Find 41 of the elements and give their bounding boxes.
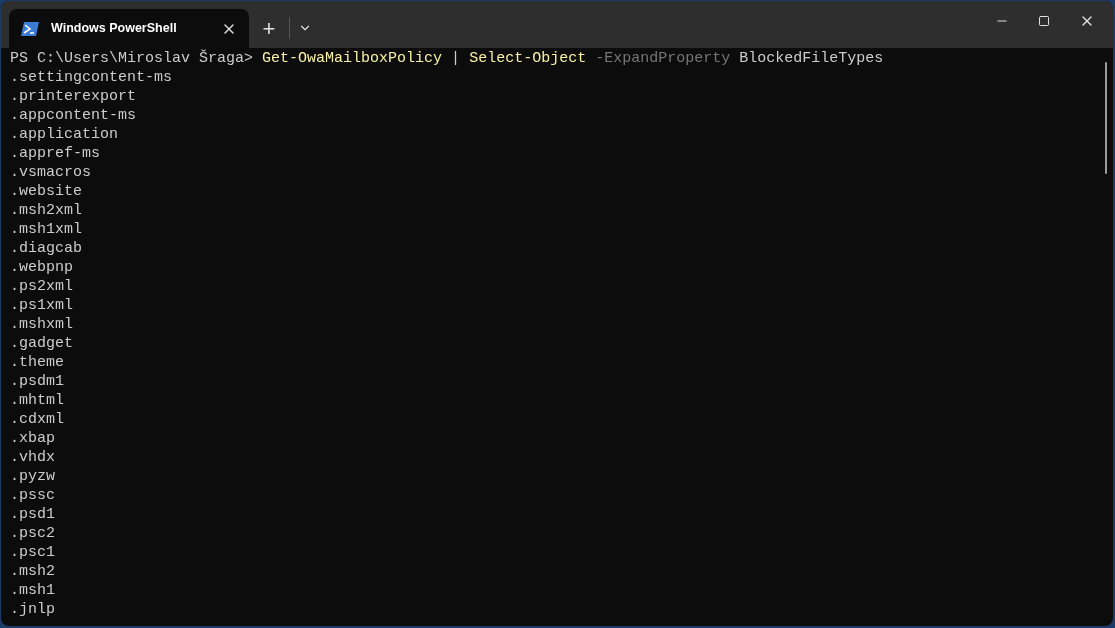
output-line: .appcontent-ms: [10, 106, 137, 125]
maximize-icon[interactable]: [1038, 15, 1050, 27]
command-token: -ExpandProperty: [595, 50, 731, 67]
output-line: .appref-ms: [10, 144, 100, 163]
output-line: .theme: [10, 353, 64, 372]
output-line: .mshxml: [10, 315, 73, 334]
command-token: BlockedFileTypes: [739, 50, 884, 67]
output-line: .ps2xml: [10, 277, 73, 296]
output-line: .jnlp: [10, 600, 55, 619]
output-line: .psc2: [10, 524, 55, 543]
output-line: .cdxml: [10, 410, 64, 429]
powershell-icon: [21, 21, 39, 36]
output-line: .psc1: [10, 543, 55, 562]
tab[interactable]: Windows PowerShell: [9, 9, 249, 48]
output-line: .webpnp: [10, 258, 73, 277]
output-line: .msh1: [10, 581, 55, 600]
new-tab-button[interactable]: +: [249, 9, 289, 48]
output-line: .psdm1: [10, 372, 64, 391]
command-token: Get-OwaMailboxPolicy: [262, 50, 443, 67]
command-token: |: [451, 50, 461, 67]
output-line: .settingcontent-ms: [10, 68, 173, 87]
output-line: .vsmacros: [10, 163, 91, 182]
output-line: .vhdx: [10, 448, 55, 467]
output-line: .mhtml: [10, 391, 64, 410]
output-line: .gadget: [10, 334, 73, 353]
output-line: .diagcab: [10, 239, 82, 258]
output-line: .psd1: [10, 505, 55, 524]
scrollbar[interactable]: [1105, 62, 1107, 174]
output-line: .website: [10, 182, 82, 201]
output-line: .xbap: [10, 429, 55, 448]
output-line: .ps1xml: [10, 296, 73, 315]
command-token: Select-Object: [469, 50, 587, 67]
output-line: .printerexport: [10, 87, 137, 106]
tab-title: Windows PowerShell: [51, 20, 178, 38]
output-line: .msh2: [10, 562, 55, 581]
output-line: .pssc: [10, 486, 55, 505]
output-line: .msh1xml: [10, 220, 82, 239]
prompt: PS C:\Users\Miroslav Šraga>: [10, 50, 255, 67]
output-line: .application: [10, 125, 119, 144]
output-line: .msh2xml: [10, 201, 82, 220]
output-line: .pyzw: [10, 467, 55, 486]
